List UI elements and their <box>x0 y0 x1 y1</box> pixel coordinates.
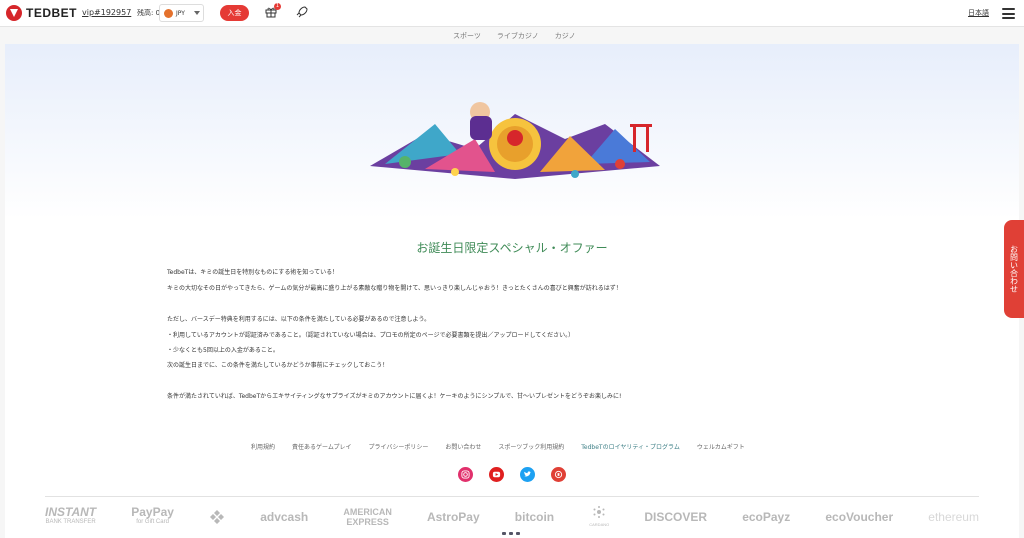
logo-text: TEDBET <box>26 6 77 20</box>
instagram-icon[interactable] <box>458 467 473 482</box>
deposit-button[interactable]: 入金 <box>220 5 249 21</box>
payment-american-express: AMERICAN EXPRESS <box>343 507 392 527</box>
twitter-icon[interactable] <box>520 467 535 482</box>
offer-paragraph: キミの大切なその日がやってきたら、ゲームの気分が最高に盛り上がる素敵な贈り物を開… <box>167 285 622 292</box>
cardano-icon <box>593 506 605 518</box>
youtube-icon[interactable] <box>489 467 504 482</box>
user-id-link[interactable]: vip#192957 <box>82 8 131 17</box>
payment-astropay: AstroPay <box>426 510 480 524</box>
payment-ecopayz: ecoPayz <box>742 510 791 524</box>
footer-link-contact[interactable]: お問い合わせ <box>445 442 481 451</box>
payment-cardano: CARDANO <box>589 504 609 530</box>
payment-instant-bank-transfer: INSTANT BANK TRANSFER <box>45 505 97 525</box>
payment-bitcoin: bitcoin <box>514 510 555 524</box>
blog-icon[interactable] <box>551 467 566 482</box>
carousel-indicator[interactable] <box>502 532 520 535</box>
language-link[interactable]: 日本語 <box>968 8 989 18</box>
currency-value: JPY <box>176 9 185 17</box>
footer-link-terms[interactable]: 利用規約 <box>251 442 275 451</box>
logo-icon <box>6 5 22 21</box>
footer-divider <box>45 496 979 497</box>
main-content: お誕生日限定スペシャル・オファー TedbeTは、キミの誕生日を特別なものにする… <box>5 44 1019 538</box>
footer-link-responsible-gaming[interactable]: 責任あるゲームプレイ <box>292 442 351 451</box>
offer-paragraph: ・利用しているアカウントが認証済みであること。（認証されていない場合は、プロモの… <box>167 332 575 339</box>
offer-title: お誕生日限定スペシャル・オファー <box>416 241 608 255</box>
balance-label: 残高: 0 <box>137 9 161 17</box>
currency-select[interactable]: JPY <box>159 4 204 22</box>
footer-link-privacy[interactable]: プライバシーポリシー <box>368 442 428 451</box>
top-bar: TEDBET vip#192957 残高: 0 JPY 入金 1 日本語 <box>0 0 1024 27</box>
offer-paragraph: TedbeTは、キミの誕生日を特別なものにする術を知っている！ <box>167 269 339 276</box>
footer-link-welcome-gift[interactable]: ウェルカムギフト <box>697 442 745 451</box>
rocket-icon[interactable] <box>296 6 308 18</box>
coin-icon <box>164 8 173 18</box>
birthday-banner-illustration <box>370 102 660 179</box>
hero-section <box>5 44 1019 219</box>
chevron-down-icon <box>193 11 200 15</box>
payment-ethereum: ethereum <box>928 510 979 524</box>
payment-paypay: PayPay for Gift Card <box>131 505 174 525</box>
footer-links: 利用規約 責任あるゲームプレイ プライバシーポリシー お問い合わせ スポーツブッ… <box>251 442 745 451</box>
hamburger-menu-icon[interactable] <box>1002 8 1015 19</box>
payment-methods: INSTANT BANK TRANSFER PayPay for Gift Ca… <box>45 505 979 529</box>
offer-paragraph: 次の誕生日までに、この条件を満たしているかどうか事前にチェックしておこう！ <box>167 362 389 369</box>
payment-advcash: advcash <box>260 510 309 524</box>
payment-discover: DISCOVER <box>644 510 708 524</box>
offer-paragraph: ただし、バースデー特典を利用するには、以下の条件を満たしている必要があるので注意… <box>167 316 431 323</box>
payment-ecovoucher: ecoVoucher <box>825 510 894 524</box>
footer-link-loyalty[interactable]: TedbeTのロイヤリティ・プログラム <box>581 442 680 451</box>
offer-paragraph: ・少なくとも5回以上の入金があること。 <box>167 347 279 354</box>
social-links <box>458 467 566 482</box>
gift-badge: 1 <box>274 3 281 10</box>
contact-side-tab[interactable]: お問い合わせ <box>1004 220 1024 318</box>
offer-paragraph: 条件が満たされていれば、TedbeTからエキサイティングなサプライズがキミのアカ… <box>167 393 622 400</box>
footer-link-sportsbook-terms[interactable]: スポーツブック利用規約 <box>498 442 564 451</box>
logo[interactable]: TEDBET <box>6 5 77 21</box>
binance-icon <box>210 510 225 524</box>
